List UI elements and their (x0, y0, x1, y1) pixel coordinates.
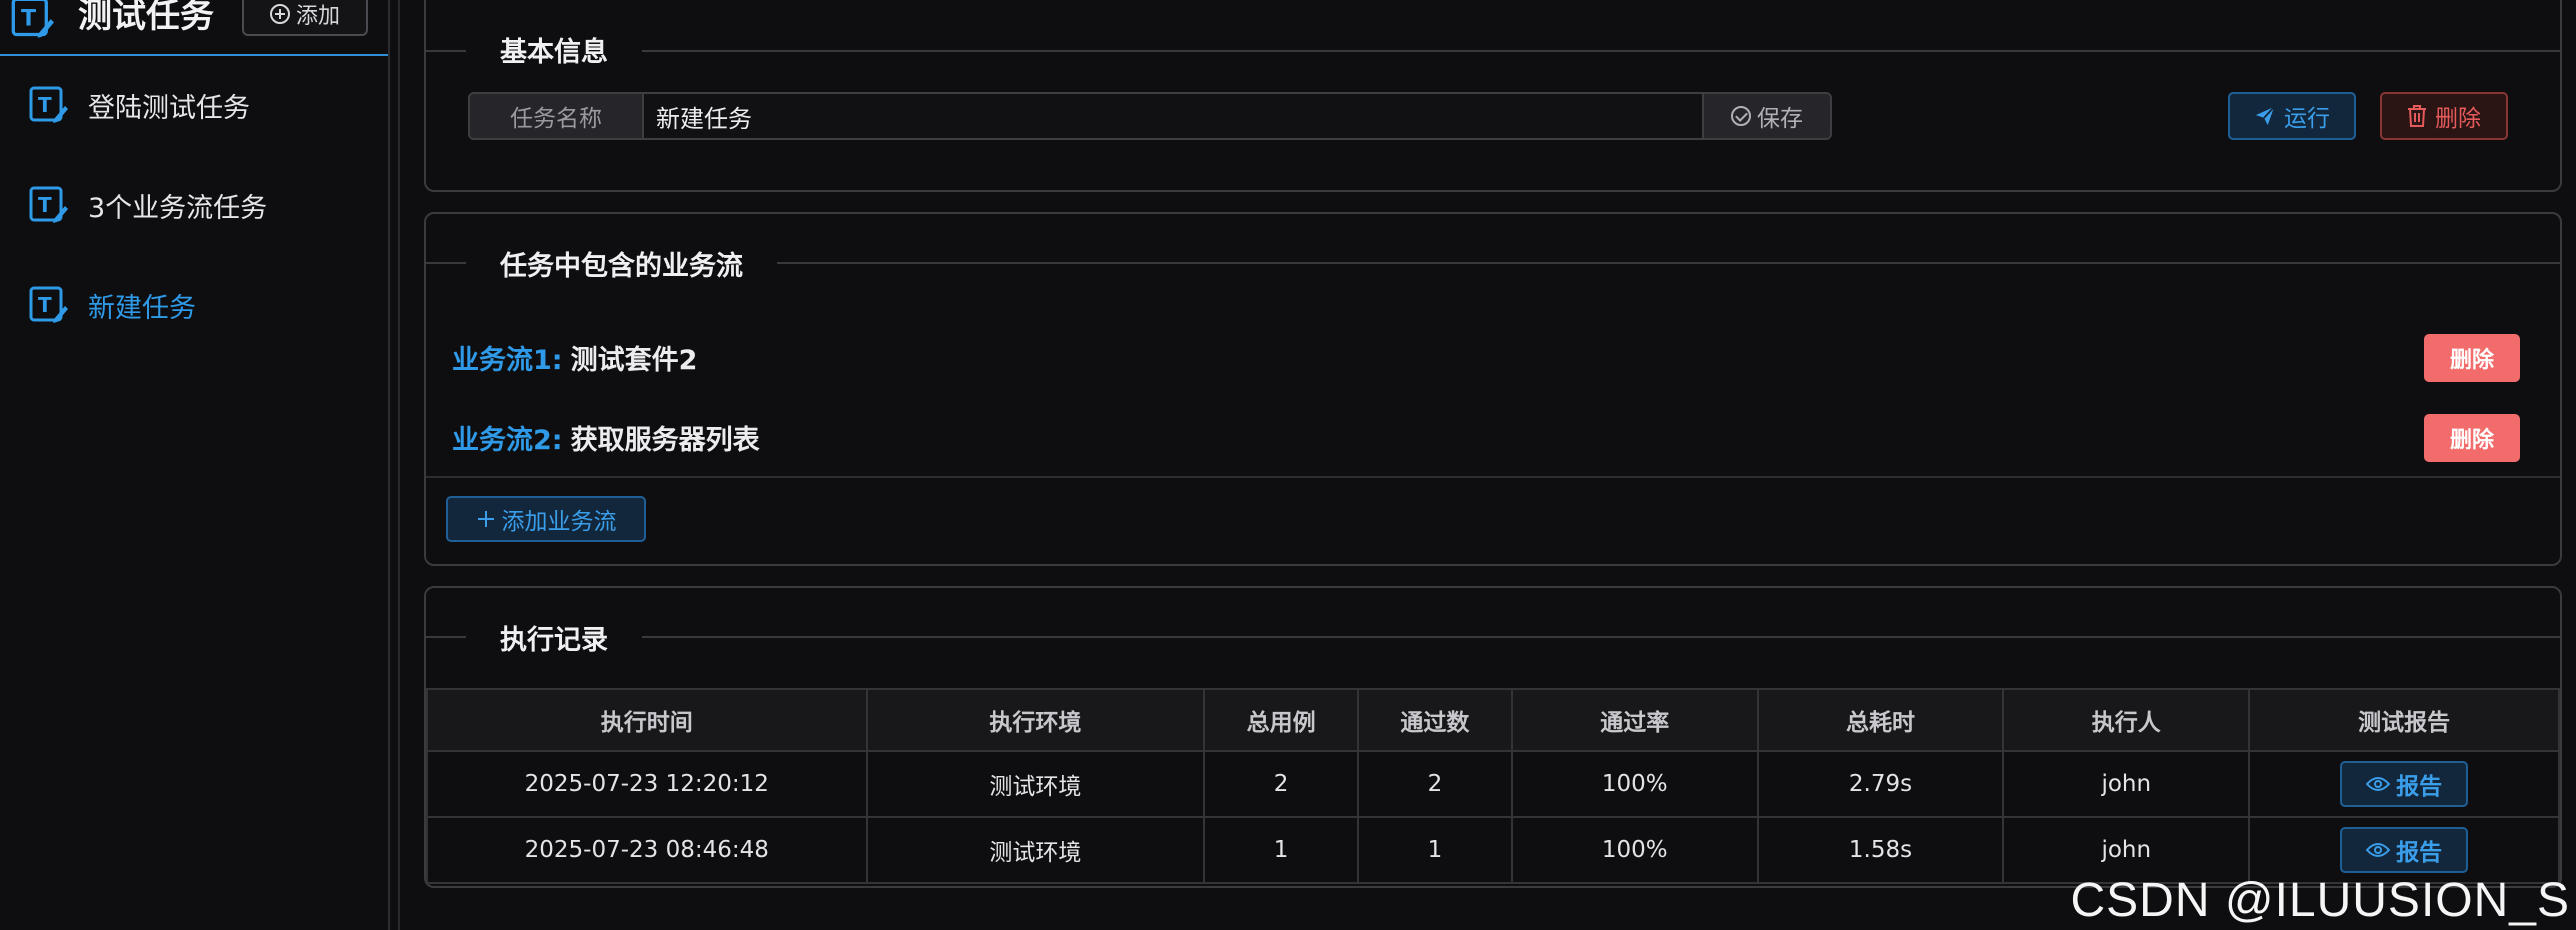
report-label: 报告 (2396, 774, 2443, 800)
task-edit-icon: T (29, 286, 68, 323)
check-circle-icon (1731, 106, 1751, 126)
add-flow-label: 添加业务流 (501, 509, 617, 535)
sidebar-item-label: 登陆测试任务 (88, 92, 250, 124)
eye-icon (2366, 777, 2391, 791)
save-label: 保存 (1757, 106, 1803, 132)
sidebar-title: 测试任务 (78, 0, 214, 36)
column-header: 通过率 (1510, 688, 1759, 752)
flow-name: 获取服务器列表 (570, 424, 760, 456)
delete-label: 删除 (2435, 106, 2481, 132)
flow-divider (426, 476, 2560, 478)
cell-passed: 2 (1357, 750, 1513, 818)
svg-text:T: T (21, 7, 36, 32)
sidebar-item-three-flow-task[interactable]: T 3个业务流任务 (0, 170, 388, 240)
delete-flow-button[interactable]: 删除 (2424, 334, 2520, 382)
column-header: 通过数 (1357, 688, 1513, 752)
cell-total: 1 (1203, 816, 1360, 884)
report-label: 报告 (2396, 840, 2443, 866)
sidebar-divider[interactable] (388, 0, 390, 930)
basic-info-panel: 基本信息 任务名称 保存 运行 删除 (424, 0, 2562, 192)
flows-legend: 任务中包含的业务流 (466, 244, 777, 283)
records-table: 执行时间 执行环境 总用例 通过数 通过率 总耗时 执行人 测试报告 2025-… (426, 688, 2560, 884)
task-name-input[interactable] (644, 94, 1702, 138)
records-panel: 执行记录 执行时间 执行环境 总用例 通过数 通过率 总耗时 执行人 测试报告 … (424, 586, 2562, 888)
plus-icon (477, 511, 494, 527)
records-legend: 执行记录 (466, 618, 642, 657)
report-button[interactable]: 报告 (2340, 761, 2469, 807)
sidebar: T 测试任务 添加 T 登陆测试任务 T 3个业务流任务 T 新建任务 (0, 0, 388, 930)
flow-name: 测试套件2 (570, 344, 698, 376)
task-edit-icon: T (29, 86, 68, 123)
task-edit-icon: T (11, 0, 54, 38)
sidebar-item-label: 3个业务流任务 (88, 192, 268, 224)
svg-text:T: T (38, 293, 52, 317)
cell-rate: 100% (1510, 750, 1759, 818)
report-button[interactable]: 报告 (2340, 827, 2469, 873)
gutter-divider (398, 0, 400, 930)
run-label: 运行 (2284, 106, 2330, 132)
cell-total: 2 (1203, 750, 1360, 818)
sidebar-item-label: 新建任务 (88, 292, 196, 324)
column-header: 执行时间 (426, 688, 868, 752)
column-header: 总耗时 (1756, 688, 2005, 752)
cell-user: john (2002, 750, 2251, 818)
flow-item: 业务流2: 获取服务器列表 删除 (452, 412, 2532, 462)
legend-rule (426, 636, 2560, 638)
add-flow-button[interactable]: 添加业务流 (446, 496, 646, 542)
svg-text:T: T (38, 193, 52, 217)
column-header: 执行人 (2002, 688, 2251, 752)
cell-env: 测试环境 (865, 750, 1206, 818)
column-header: 总用例 (1203, 688, 1360, 752)
add-task-label: 添加 (295, 4, 340, 29)
eye-icon (2366, 843, 2391, 857)
plus-circle-icon (269, 4, 290, 24)
task-edit-icon: T (29, 186, 68, 223)
cell-duration: 2.79s (1756, 750, 2005, 818)
cell-duration: 1.58s (1756, 816, 2005, 884)
cell-time: 2025-07-23 08:46:48 (426, 816, 868, 884)
column-header: 执行环境 (865, 688, 1206, 752)
task-name-field-group: 任务名称 保存 (468, 92, 1832, 140)
legend-rule (426, 50, 2560, 52)
svg-text:T: T (38, 93, 52, 117)
save-button[interactable]: 保存 (1702, 94, 1830, 138)
add-task-button[interactable]: 添加 (242, 0, 368, 36)
delete-task-button[interactable]: 删除 (2380, 92, 2508, 140)
sidebar-item-login-task[interactable]: T 登陆测试任务 (0, 70, 388, 140)
cell-time: 2025-07-23 12:20:12 (426, 750, 868, 818)
trash-icon (2408, 105, 2426, 127)
flow-item: 业务流1: 测试套件2 删除 (452, 332, 2532, 382)
sidebar-header: T 测试任务 添加 (0, 0, 388, 56)
cell-env: 测试环境 (865, 816, 1206, 884)
table-header-row: 执行时间 执行环境 总用例 通过数 通过率 总耗时 执行人 测试报告 (426, 688, 2560, 752)
watermark: CSDN @ILUUSION_S (2070, 874, 2570, 927)
table-row: 2025-07-23 12:20:12 测试环境 2 2 100% 2.79s … (426, 750, 2560, 818)
sidebar-item-new-task[interactable]: T 新建任务 (0, 270, 388, 340)
send-icon (2255, 106, 2275, 126)
basic-info-legend: 基本信息 (466, 30, 642, 69)
cell-rate: 100% (1510, 816, 1759, 884)
run-button[interactable]: 运行 (2228, 92, 2356, 140)
cell-report: 报告 (2248, 750, 2560, 818)
delete-flow-button[interactable]: 删除 (2424, 414, 2520, 462)
cell-passed: 1 (1357, 816, 1513, 884)
flow-key: 业务流1: (452, 344, 563, 376)
task-name-label: 任务名称 (470, 94, 644, 138)
column-header: 测试报告 (2248, 688, 2560, 752)
flows-panel: 任务中包含的业务流 业务流1: 测试套件2 删除 业务流2: 获取服务器列表 删… (424, 212, 2562, 566)
flow-key: 业务流2: (452, 424, 563, 456)
